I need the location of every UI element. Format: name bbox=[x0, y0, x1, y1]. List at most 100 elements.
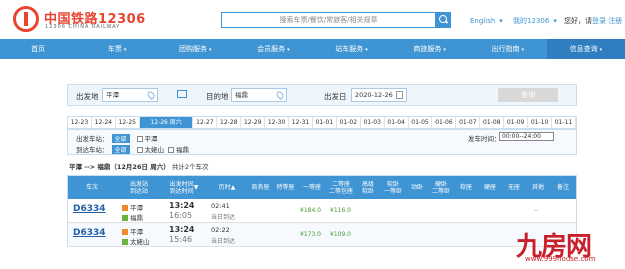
filter-panel: 出发车站： 全部 平潭 到达车站： 全部 太姥山 福鼎 发车时间： 00:00--24:0… bbox=[67, 129, 577, 155]
date-tab[interactable]: 01-02 bbox=[337, 117, 361, 128]
table-row: D6334 平潭 太姥山 13:24 15:46 02:22 当日到达 ¥173… bbox=[68, 223, 576, 247]
search-icon[interactable] bbox=[435, 12, 451, 28]
sort-icon: ▲ bbox=[230, 184, 236, 191]
from-station-filter: 出发车站： 全部 平潭 bbox=[76, 133, 158, 143]
language-link[interactable]: English ▾ bbox=[470, 17, 507, 25]
th-business: 商务座 bbox=[251, 184, 270, 191]
sort-icon: ▼ bbox=[193, 184, 199, 191]
th-station: 出发站 到达站 bbox=[129, 180, 148, 195]
date-tab[interactable]: 12-30 bbox=[265, 117, 290, 128]
date-tab[interactable]: 12-24 bbox=[92, 117, 116, 128]
date-tab[interactable]: 12-31 bbox=[289, 117, 313, 128]
date-tab[interactable]: 01-05 bbox=[409, 117, 433, 128]
date-tab[interactable]: 01-10 bbox=[528, 117, 552, 128]
to-all-button[interactable]: 全部 bbox=[111, 145, 130, 154]
th-moving-sleeper: 动卧 bbox=[410, 184, 423, 191]
date-value: 2020-12-26 bbox=[355, 91, 393, 99]
checkbox[interactable] bbox=[136, 147, 143, 153]
th-remark: 备注 bbox=[556, 184, 569, 191]
date-tab[interactable]: 01-01 bbox=[313, 117, 337, 128]
register-link[interactable]: 注册 bbox=[608, 17, 622, 25]
watermark-url: www.999house.com bbox=[525, 255, 596, 263]
summary-date: （12月26日 周六） bbox=[110, 163, 170, 171]
date-tab[interactable]: 01-08 bbox=[480, 117, 505, 128]
start-station-icon bbox=[122, 205, 128, 211]
nav-item-home[interactable]: 首页 bbox=[0, 39, 78, 59]
th-soft-seat: 软座 bbox=[459, 184, 472, 191]
th-no-seat: 无座 bbox=[507, 184, 520, 191]
time-label: 发车时间： bbox=[468, 135, 501, 143]
th-second: 二等座 二等包座 bbox=[328, 180, 353, 195]
checkbox[interactable] bbox=[168, 147, 175, 153]
search-placeholder: 搜索车票/餐饮/常旅客/相关规章 bbox=[279, 16, 378, 24]
query-button[interactable]: 查询 bbox=[498, 88, 558, 102]
nav-item-station[interactable]: 站车服务 ▾ bbox=[313, 39, 391, 59]
date-tab[interactable]: 01-11 bbox=[552, 117, 576, 128]
result-summary: 平潭 --> 福鼎（12月26日 周六） 共计2个车次 bbox=[69, 161, 208, 171]
summary-count: 共计2个车次 bbox=[171, 163, 209, 171]
checkbox[interactable] bbox=[136, 136, 143, 142]
date-tab[interactable]: 01-09 bbox=[504, 117, 529, 128]
railway-logo-icon[interactable] bbox=[13, 6, 39, 32]
from-station-label: 出发车站： bbox=[76, 135, 109, 143]
th-adv-soft: 高级 软卧 bbox=[361, 180, 374, 195]
from-option: 平潭 bbox=[144, 135, 158, 143]
location-pin-icon bbox=[275, 90, 285, 100]
table-header: 车次 出发站 到达站 出发时间 到达时间 ▼ 历时 ▲ 商务座 特等座 一等座 二等… bbox=[68, 176, 576, 199]
location-pin-icon bbox=[146, 90, 156, 100]
to-value: 福鼎 bbox=[235, 91, 248, 99]
brand-name-en: 12306 CHINA RAILWAY bbox=[45, 24, 121, 30]
th-train: 车次 bbox=[85, 184, 98, 191]
to-input[interactable]: 福鼎 bbox=[231, 88, 287, 102]
nav-item-guide[interactable]: 出行指南 ▾ bbox=[469, 39, 547, 59]
summary-route: 平潭 --> 福鼎 bbox=[69, 163, 111, 171]
swap-icon[interactable] bbox=[177, 90, 187, 98]
date-tab[interactable]: 12-29 bbox=[241, 117, 266, 128]
end-station-icon bbox=[122, 215, 128, 221]
depart-time: 13:24 bbox=[169, 225, 195, 234]
date-tab[interactable]: 12-23 bbox=[68, 117, 92, 128]
date-tab[interactable]: 12-28 bbox=[217, 117, 242, 128]
date-tab[interactable]: 01-03 bbox=[361, 117, 385, 128]
nav-item-info[interactable]: 信息查询 ▾ bbox=[546, 39, 625, 59]
greeting: 您好，请 bbox=[564, 17, 592, 25]
top-links: English ▾ 我的12306 ▾ bbox=[470, 16, 565, 26]
th-time[interactable]: 出发时间 到达时间 ▼ bbox=[162, 176, 206, 199]
time-select[interactable]: 00:00--24:00 bbox=[499, 132, 554, 141]
th-premium: 特等座 bbox=[276, 184, 295, 191]
nav-item-business[interactable]: 商旅服务 ▾ bbox=[391, 39, 469, 59]
search-input[interactable]: 搜索车票/餐饮/常旅客/相关规章 bbox=[221, 12, 436, 28]
login-link[interactable]: 登录 bbox=[592, 17, 606, 25]
from-label: 出发地 bbox=[76, 92, 99, 101]
train-number-link[interactable]: D6334 bbox=[73, 228, 106, 238]
date-tab[interactable]: 01-07 bbox=[456, 117, 481, 128]
nav-item-member[interactable]: 会员服务 ▾ bbox=[234, 39, 312, 59]
table-row: D6334 平潭 福鼎 13:24 16:05 02:41 当日到达 ¥184.… bbox=[68, 199, 576, 223]
my-12306-link[interactable]: 我的12306 ▾ bbox=[513, 17, 561, 25]
first-class-price: ¥184.0 bbox=[300, 207, 321, 214]
user-links: 您好，请登录 注册 bbox=[564, 16, 622, 26]
date-label: 出发日 bbox=[324, 92, 347, 101]
date-input[interactable]: 2020-12-26 bbox=[351, 88, 407, 102]
nav-item-group[interactable]: 团购服务 ▾ bbox=[156, 39, 234, 59]
date-tab[interactable]: 01-06 bbox=[432, 117, 457, 128]
from-all-button[interactable]: 全部 bbox=[111, 134, 130, 143]
date-tabs: 12-23 12-24 12-25 12-26 周六 12-27 12-28 1… bbox=[67, 116, 577, 129]
arrive-station: 太姥山 bbox=[122, 236, 150, 246]
train-table: 车次 出发站 到达站 出发时间 到达时间 ▼ 历时 ▲ 商务座 特等座 一等座 二等… bbox=[67, 175, 577, 247]
from-value: 平潭 bbox=[106, 91, 119, 99]
duration: 02:22 bbox=[211, 226, 230, 234]
date-tab[interactable]: 01-04 bbox=[385, 117, 409, 128]
nav-item-tickets[interactable]: 车票 ▾ bbox=[78, 39, 156, 59]
start-station-icon bbox=[122, 229, 128, 235]
arrival-note: 当日到达 bbox=[211, 214, 236, 221]
train-number-link[interactable]: D6334 bbox=[73, 204, 106, 214]
site-header: 中国铁路12306 12306 CHINA RAILWAY 搜索车票/餐饮/常旅… bbox=[0, 0, 625, 38]
date-tab-active[interactable]: 12-26 周六 bbox=[139, 117, 194, 128]
date-tab[interactable]: 12-27 bbox=[193, 117, 218, 128]
arrive-time: 15:46 bbox=[169, 235, 193, 244]
from-input[interactable]: 平潭 bbox=[102, 88, 158, 102]
date-tab[interactable]: 12-25 bbox=[116, 117, 140, 128]
main-nav: 首页 车票 ▾ 团购服务 ▾ 会员服务 ▾ 站车服务 ▾ 商旅服务 ▾ 出行指南 ▾ 信息查… bbox=[0, 39, 625, 59]
th-duration[interactable]: 历时 ▲ bbox=[206, 176, 248, 199]
